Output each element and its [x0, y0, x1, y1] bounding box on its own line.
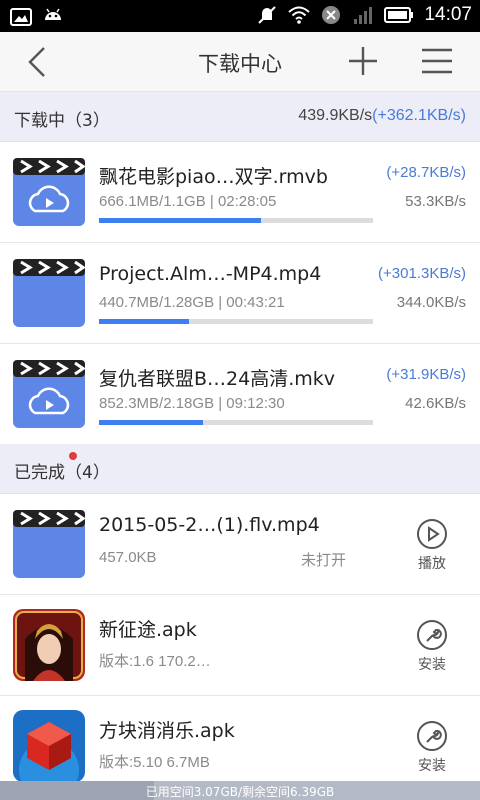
storage-text: 已用空间3.07GB/剩余空间6.39GB	[145, 785, 335, 799]
file-size-time: 666.1MB/1.1GB | 02:28:05	[99, 193, 277, 210]
android-icon	[45, 8, 61, 20]
install-label: 安装	[418, 657, 446, 673]
battery-icon	[384, 7, 414, 23]
clock: 14:07	[424, 4, 472, 25]
download-speed: 344.0KB/s	[396, 294, 466, 311]
progress-fill	[99, 319, 190, 324]
video-cloud-icon	[13, 360, 85, 428]
completed-title: 已完成（4）	[14, 463, 110, 483]
sim-off-icon	[322, 6, 341, 24]
back-icon[interactable]	[20, 44, 56, 80]
progress-bar	[99, 218, 373, 223]
wifi-icon	[288, 6, 311, 24]
wrench-icon	[417, 721, 447, 751]
image-notification-icon	[10, 8, 32, 26]
file-name: 复仇者联盟B…24高清.mkv	[99, 368, 336, 390]
install-label: 安装	[418, 758, 446, 774]
download-speed: 53.3KB/s	[405, 193, 466, 210]
storage-bar: 已用空间3.07GB/剩余空间6.39GB	[0, 781, 480, 800]
progress-fill	[99, 420, 204, 425]
file-name: Project.Alm…-MP4.mp4	[99, 263, 322, 285]
video-icon	[13, 510, 85, 578]
video-cloud-icon	[13, 158, 85, 226]
extra-speed: (+301.3KB/s)	[378, 265, 466, 282]
play-button[interactable]: 播放	[406, 518, 458, 573]
total-extra-speed: (+362.1KB/s)	[372, 107, 466, 124]
progress-fill	[99, 218, 261, 223]
completed-item[interactable]: 新征途.apk 版本:1.6 170.2… 安装	[0, 595, 480, 696]
file-size-time: 852.3MB/2.18GB | 09:12:30	[99, 395, 285, 412]
downloading-section-header: 下载中（3） 439.9KB/s(+362.1KB/s)	[0, 92, 480, 142]
app-version-size: 版本:5.10 6.7MB	[99, 754, 210, 771]
install-button[interactable]: 安装	[406, 619, 458, 674]
install-button[interactable]: 安装	[406, 720, 458, 775]
new-badge-dot	[69, 452, 77, 460]
file-name: 飘花电影piao…双字.rmvb	[99, 166, 328, 188]
download-item[interactable]: 复仇者联盟B…24高清.mkv (+31.9KB/s) 852.3MB/2.18…	[0, 344, 480, 445]
page-title: 下载中心	[198, 52, 282, 76]
download-item[interactable]: Project.Alm…-MP4.mp4 (+301.3KB/s) 440.7M…	[0, 243, 480, 344]
xinzhengtu-app-icon	[13, 609, 85, 681]
file-name: 新征途.apk	[99, 619, 197, 641]
muted-notification-icon	[258, 6, 277, 24]
add-icon[interactable]	[346, 44, 380, 78]
open-status: 未打开	[300, 551, 346, 569]
play-circle-icon	[417, 519, 447, 549]
video-icon	[13, 259, 85, 327]
fangkuai-app-icon	[13, 710, 85, 782]
wrench-icon	[417, 620, 447, 650]
file-name: 方块消消乐.apk	[99, 720, 235, 742]
total-speed-value: 439.9KB/s	[298, 107, 373, 124]
download-speed: 42.6KB/s	[405, 395, 466, 412]
extra-speed: (+28.7KB/s)	[386, 164, 466, 181]
total-speed: 439.9KB/s(+362.1KB/s)	[298, 107, 466, 125]
completed-section-header: 已完成（4）	[0, 444, 480, 494]
download-item[interactable]: 飘花电影piao…双字.rmvb (+28.7KB/s) 666.1MB/1.1…	[0, 142, 480, 243]
signal-icon	[354, 7, 373, 24]
status-bar: 14:07	[0, 0, 480, 32]
progress-bar	[99, 420, 373, 425]
play-label: 播放	[418, 556, 446, 572]
app-version-size: 版本:1.6 170.2…	[99, 653, 211, 670]
completed-item[interactable]: 2015-05-2…(1).flv.mp4 457.0KB 未打开 播放	[0, 494, 480, 595]
downloading-title: 下载中（3）	[14, 111, 110, 131]
progress-bar	[99, 319, 373, 324]
file-size-time: 440.7MB/1.28GB | 00:43:21	[99, 294, 285, 311]
file-name: 2015-05-2…(1).flv.mp4	[99, 514, 320, 536]
extra-speed: (+31.9KB/s)	[386, 366, 466, 383]
menu-icon[interactable]	[420, 46, 454, 76]
file-size: 457.0KB	[99, 549, 157, 566]
app-header: 下载中心	[0, 32, 480, 92]
